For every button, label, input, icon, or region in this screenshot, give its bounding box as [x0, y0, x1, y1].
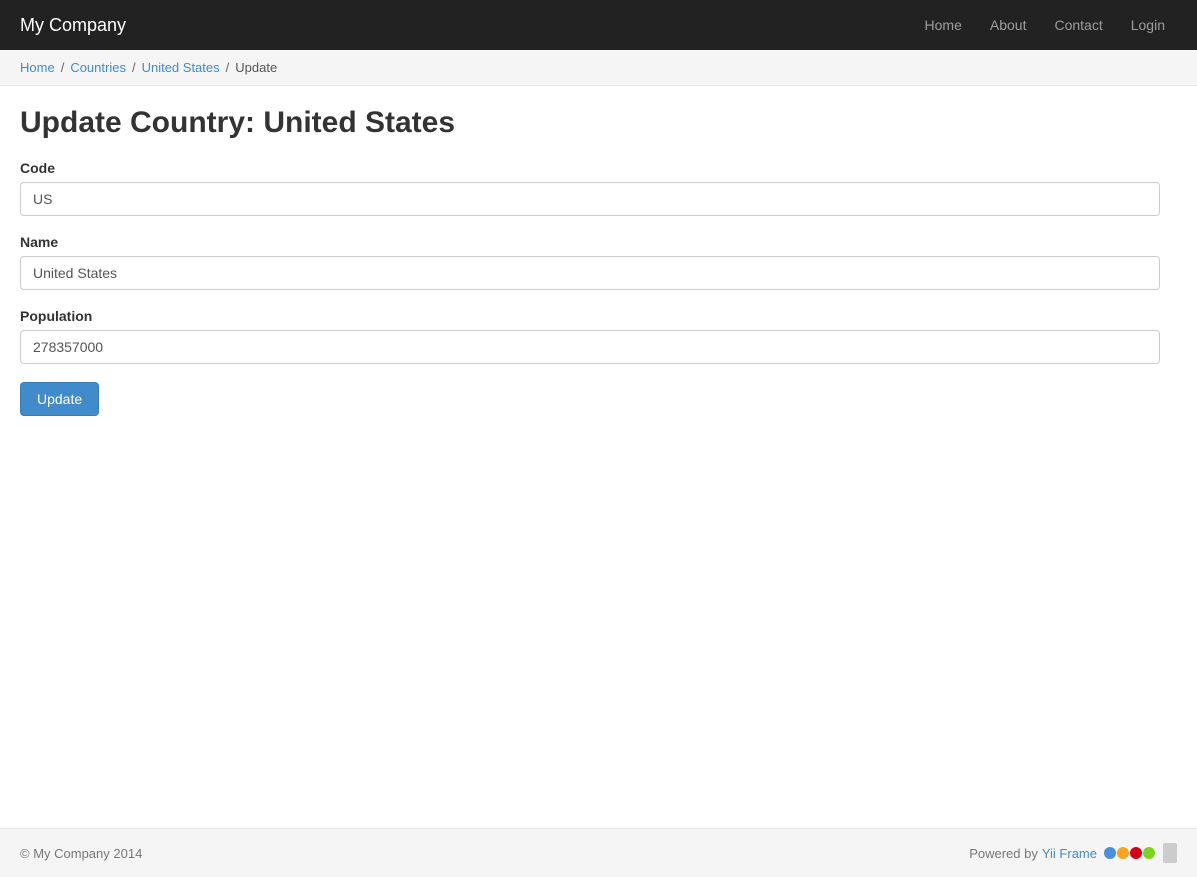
- yii-logo-red: [1130, 847, 1142, 859]
- form-group-name: Name: [20, 234, 1177, 290]
- brand-link[interactable]: My Company: [20, 15, 126, 36]
- nav-link-contact[interactable]: Contact: [1042, 11, 1114, 39]
- nav-link-home[interactable]: Home: [913, 11, 974, 39]
- breadcrumb-item-update: Update: [226, 60, 278, 75]
- code-label: Code: [20, 160, 1177, 176]
- nav-item-home: Home: [913, 11, 974, 39]
- footer-yii-link[interactable]: Yii Frame: [1042, 846, 1097, 861]
- breadcrumb-link-home[interactable]: Home: [20, 60, 55, 75]
- update-country-form: Code Name Population Update: [20, 160, 1177, 416]
- form-group-population: Population: [20, 308, 1177, 364]
- breadcrumb-item-united-states: United States: [132, 60, 220, 75]
- page-title: Update Country: United States: [20, 106, 1177, 140]
- yii-logo-green: [1143, 847, 1155, 859]
- main-content: Update Country: United States Code Name …: [0, 86, 1197, 828]
- breadcrumb: Home Countries United States Update: [20, 60, 1177, 75]
- yii-logo: [1103, 847, 1155, 859]
- code-input[interactable]: [20, 182, 1160, 216]
- population-input[interactable]: [20, 330, 1160, 364]
- footer-right: Powered by Yii Frame: [969, 843, 1177, 863]
- breadcrumb-current: Update: [235, 60, 277, 75]
- nav-item-contact: Contact: [1042, 11, 1114, 39]
- name-input[interactable]: [20, 256, 1160, 290]
- footer-powered-by-text: Powered by: [969, 846, 1038, 861]
- breadcrumb-link-united-states[interactable]: United States: [142, 60, 220, 75]
- population-label: Population: [20, 308, 1177, 324]
- yii-logo-yellow: [1117, 847, 1129, 859]
- nav-item-about: About: [978, 11, 1039, 39]
- update-button[interactable]: Update: [20, 382, 99, 416]
- nav-links: Home About Contact Login: [913, 11, 1177, 39]
- breadcrumb-bar: Home Countries United States Update: [0, 50, 1197, 86]
- navbar: My Company Home About Contact Login: [0, 0, 1197, 50]
- footer: © My Company 2014 Powered by Yii Frame: [0, 828, 1197, 877]
- nav-link-login[interactable]: Login: [1119, 11, 1177, 39]
- footer-copyright: © My Company 2014: [20, 846, 142, 861]
- nav-link-about[interactable]: About: [978, 11, 1039, 39]
- name-label: Name: [20, 234, 1177, 250]
- breadcrumb-item-home: Home: [20, 60, 55, 75]
- yii-logo-blue: [1104, 847, 1116, 859]
- breadcrumb-item-countries: Countries: [61, 60, 126, 75]
- breadcrumb-link-countries[interactable]: Countries: [70, 60, 126, 75]
- form-group-code: Code: [20, 160, 1177, 216]
- scroll-indicator: [1163, 843, 1177, 863]
- nav-item-login: Login: [1119, 11, 1177, 39]
